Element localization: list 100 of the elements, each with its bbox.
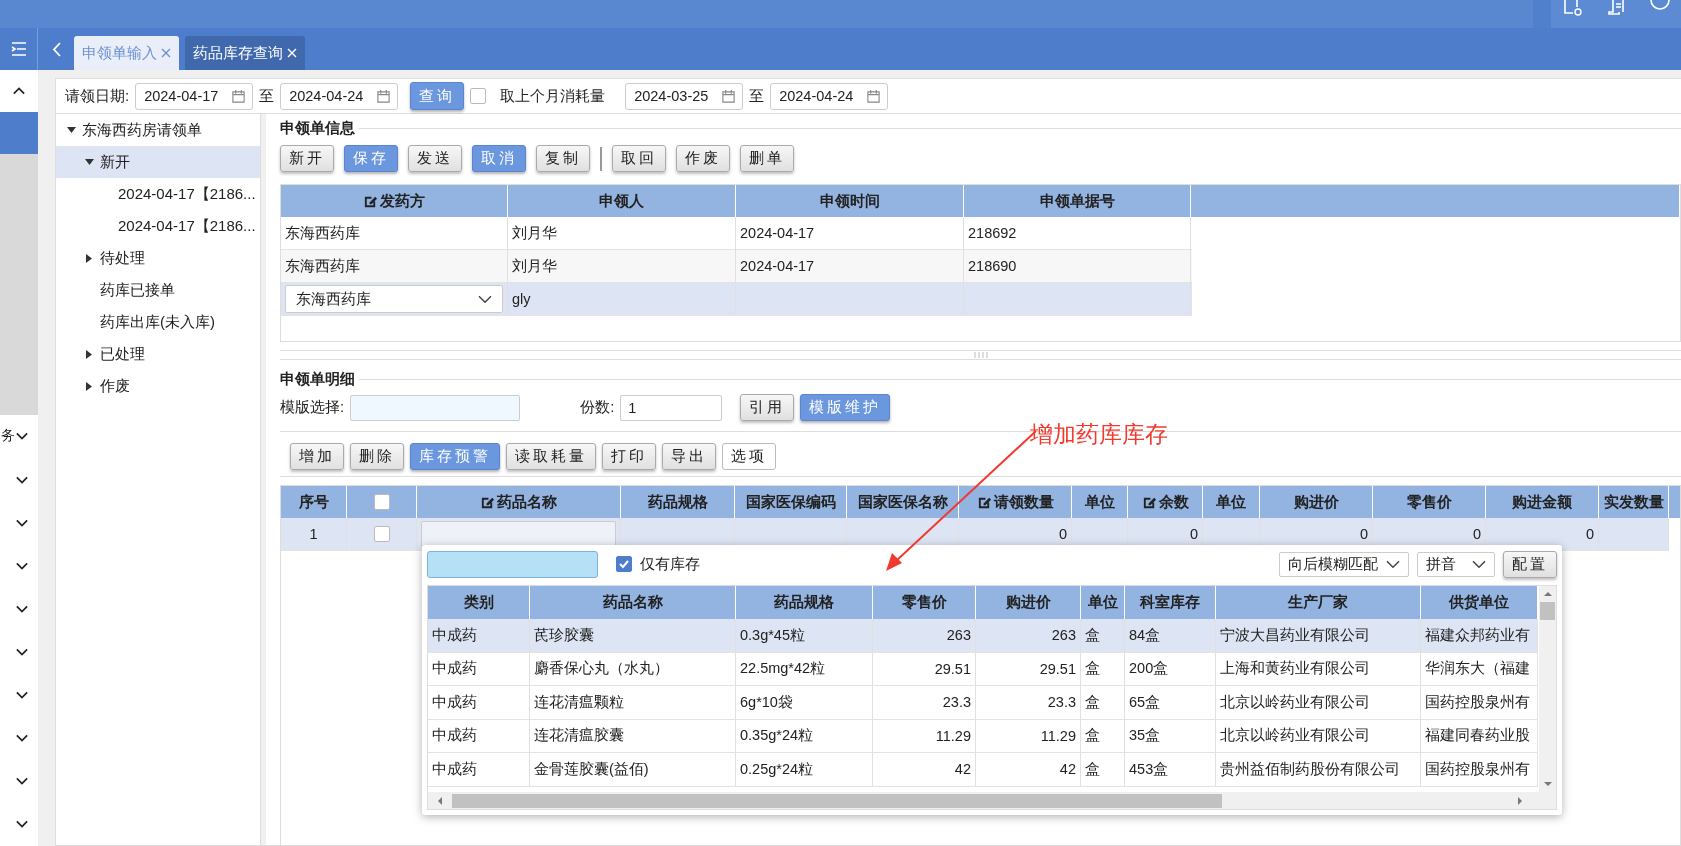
table-cell: 连花清瘟颗粒 [534, 692, 624, 712]
toolbar-button[interactable]: 读取耗量 [506, 443, 596, 470]
tree-item[interactable]: 东海西药房请领单 [56, 114, 260, 146]
toolbar-button[interactable]: 发送 [408, 145, 462, 172]
section-title: 申领单明细 [280, 369, 355, 389]
range-separator: 至 [259, 86, 275, 106]
tree-item[interactable]: 2024-04-17【2186... [56, 178, 260, 210]
table-cell: 东海西药库 [285, 223, 360, 243]
tab[interactable]: 药品库存查询 [185, 36, 305, 70]
table-cell: 0 [1189, 526, 1198, 542]
checkbox[interactable] [470, 88, 487, 104]
calendar-icon [231, 88, 247, 104]
copies-field[interactable]: 1 [620, 394, 723, 421]
table-cell: 35盒 [1129, 726, 1161, 746]
toolbar-button[interactable]: 选项 [722, 443, 776, 470]
table-cell: 中成药 [432, 759, 477, 779]
dispensary-select[interactable]: 东海西药库 [285, 285, 503, 313]
table-cell: gly [512, 291, 531, 307]
config-button[interactable]: 配置 [1503, 550, 1557, 578]
table-cell: 中成药 [432, 659, 477, 679]
chevron-down-icon [1386, 559, 1400, 569]
chevron-down-icon[interactable] [16, 820, 28, 829]
checkbox[interactable] [373, 494, 390, 510]
date-field[interactable]: 2024-03-25 [625, 82, 744, 110]
scrollbar-thumb[interactable] [452, 793, 1222, 808]
chevron-down-icon[interactable] [16, 734, 28, 743]
scroll-right-icon[interactable] [1516, 796, 1524, 805]
drug-name-field[interactable] [421, 521, 616, 547]
splitter-grip-icon[interactable] [973, 352, 988, 358]
table-cell: 29.51 [934, 660, 971, 677]
checkbox[interactable] [373, 526, 390, 542]
chevron-down-icon[interactable] [16, 475, 28, 484]
tree-item[interactable]: 药库出库(未入库) [56, 306, 260, 338]
tree-item[interactable]: 已处理 [56, 338, 260, 370]
tree-item[interactable]: 新开 [56, 146, 260, 178]
table-cell: 42 [954, 761, 971, 778]
table-cell: 11.29 [1040, 727, 1076, 744]
toolbar-button[interactable]: 删单 [740, 145, 794, 172]
match-select[interactable]: 向后模糊匹配 [1279, 551, 1409, 577]
date-field[interactable]: 2024-04-17 [135, 82, 254, 110]
tree-item[interactable]: 作废 [56, 370, 260, 402]
toolbar-button[interactable]: 删除 [350, 443, 404, 470]
table-row[interactable]: 中成药 芪珍胶囊 0.3g*45粒 263 263 盒 84盒 宁波大昌药业有限公司 福建众邦药业有 [428, 619, 1538, 653]
table-cell: 盒 [1085, 659, 1100, 679]
chevron-down-icon[interactable] [16, 561, 28, 570]
table-cell: 刘月华 [512, 256, 557, 276]
table-row[interactable]: 东海西药库 刘月华 2024-04-17 218692 [281, 217, 1192, 250]
chevron-down-icon[interactable] [16, 604, 28, 613]
input-mode-select[interactable]: 拼音 [1417, 551, 1495, 577]
date-field[interactable]: 2024-04-24 [280, 82, 399, 110]
table-row[interactable]: 中成药 金骨莲胶囊(益佰) 0.25g*24粒 42 42 盒 453盒 贵州益佰制药股份有限公司 国药控股泉州有 [428, 753, 1538, 787]
scroll-icon[interactable] [1607, 0, 1627, 16]
table-cell: 麝香保心丸（水丸） [534, 659, 669, 679]
table-row[interactable]: 中成药 麝香保心丸（水丸） 22.5mg*42粒 29.51 29.51 盒 200盒 上海和黄药业有限公司 华润东大（福建 [428, 652, 1538, 686]
table-cell: 2024-04-17 [740, 225, 815, 241]
table-cell: 盒 [1085, 625, 1100, 645]
calendar-icon [376, 88, 392, 104]
document-eye-icon[interactable] [1562, 0, 1585, 16]
close-icon[interactable] [161, 48, 171, 58]
search-field[interactable] [427, 550, 598, 578]
tree-item[interactable]: 药库已接单 [56, 274, 260, 306]
checkbox[interactable] [616, 556, 632, 572]
toolbar-button[interactable]: 导出 [662, 443, 716, 470]
table-cell: 0 [1472, 526, 1481, 542]
toolbar-button[interactable]: 取回 [612, 145, 666, 172]
chevron-down-icon[interactable] [16, 777, 28, 786]
tree-item[interactable]: 2024-04-17【2186... [56, 210, 260, 242]
table-row[interactable]: 中成药 连花清瘟胶囊 0.35g*24粒 11.29 11.29 盒 35盒 北京以岭药业有限公司 福建同春药业股 [428, 719, 1538, 753]
chevron-down-icon[interactable] [16, 691, 28, 700]
chevron-down-icon[interactable] [16, 432, 28, 441]
table-cell: 宁波大昌药业有限公司 [1220, 625, 1370, 645]
table-cell: 263 [1051, 627, 1076, 644]
tree-item[interactable]: 待处理 [56, 242, 260, 274]
range-separator: 至 [749, 86, 765, 106]
chevron-down-icon[interactable] [16, 518, 28, 527]
annotation-label: 增加药库库存 [1030, 420, 1168, 449]
table-cell: 0 [1058, 526, 1067, 542]
scroll-up-icon[interactable] [1543, 590, 1552, 598]
toolbar-button[interactable]: 新开 [280, 145, 334, 172]
toolbar-button[interactable]: 增加 [290, 443, 344, 470]
toolbar-button[interactable]: 复制 [536, 145, 590, 172]
toolbar-button[interactable]: 作废 [676, 145, 730, 172]
table-cell: 连花清瘟胶囊 [534, 726, 624, 746]
template-field[interactable] [350, 394, 521, 421]
scrollbar-thumb[interactable] [1540, 602, 1555, 620]
table-row[interactable]: 中成药 连花清瘟颗粒 6g*10袋 23.3 23.3 盒 65盒 北京以岭药业有限公司 国药控股泉州有 [428, 686, 1538, 720]
toolbar-button[interactable]: 打印 [602, 443, 656, 470]
table-cell: 11.29 [935, 727, 971, 744]
table-cell: 盒 [1085, 726, 1100, 746]
scroll-left-icon[interactable] [436, 796, 444, 805]
table-row[interactable]: 东海西药库 刘月华 2024-04-17 218690 [281, 250, 1192, 283]
scroll-down-icon[interactable] [1543, 780, 1552, 788]
calendar-icon [866, 88, 882, 104]
table-cell: 芪珍胶囊 [534, 625, 594, 645]
chevron-down-icon[interactable] [16, 648, 28, 656]
back-icon[interactable] [51, 41, 61, 57]
table-row[interactable]: 东海西药库 gly [281, 283, 1192, 316]
date-field[interactable]: 2024-04-24 [770, 82, 889, 110]
chevron-up-icon[interactable] [13, 86, 25, 95]
template-button[interactable]: 引用 [740, 394, 795, 421]
